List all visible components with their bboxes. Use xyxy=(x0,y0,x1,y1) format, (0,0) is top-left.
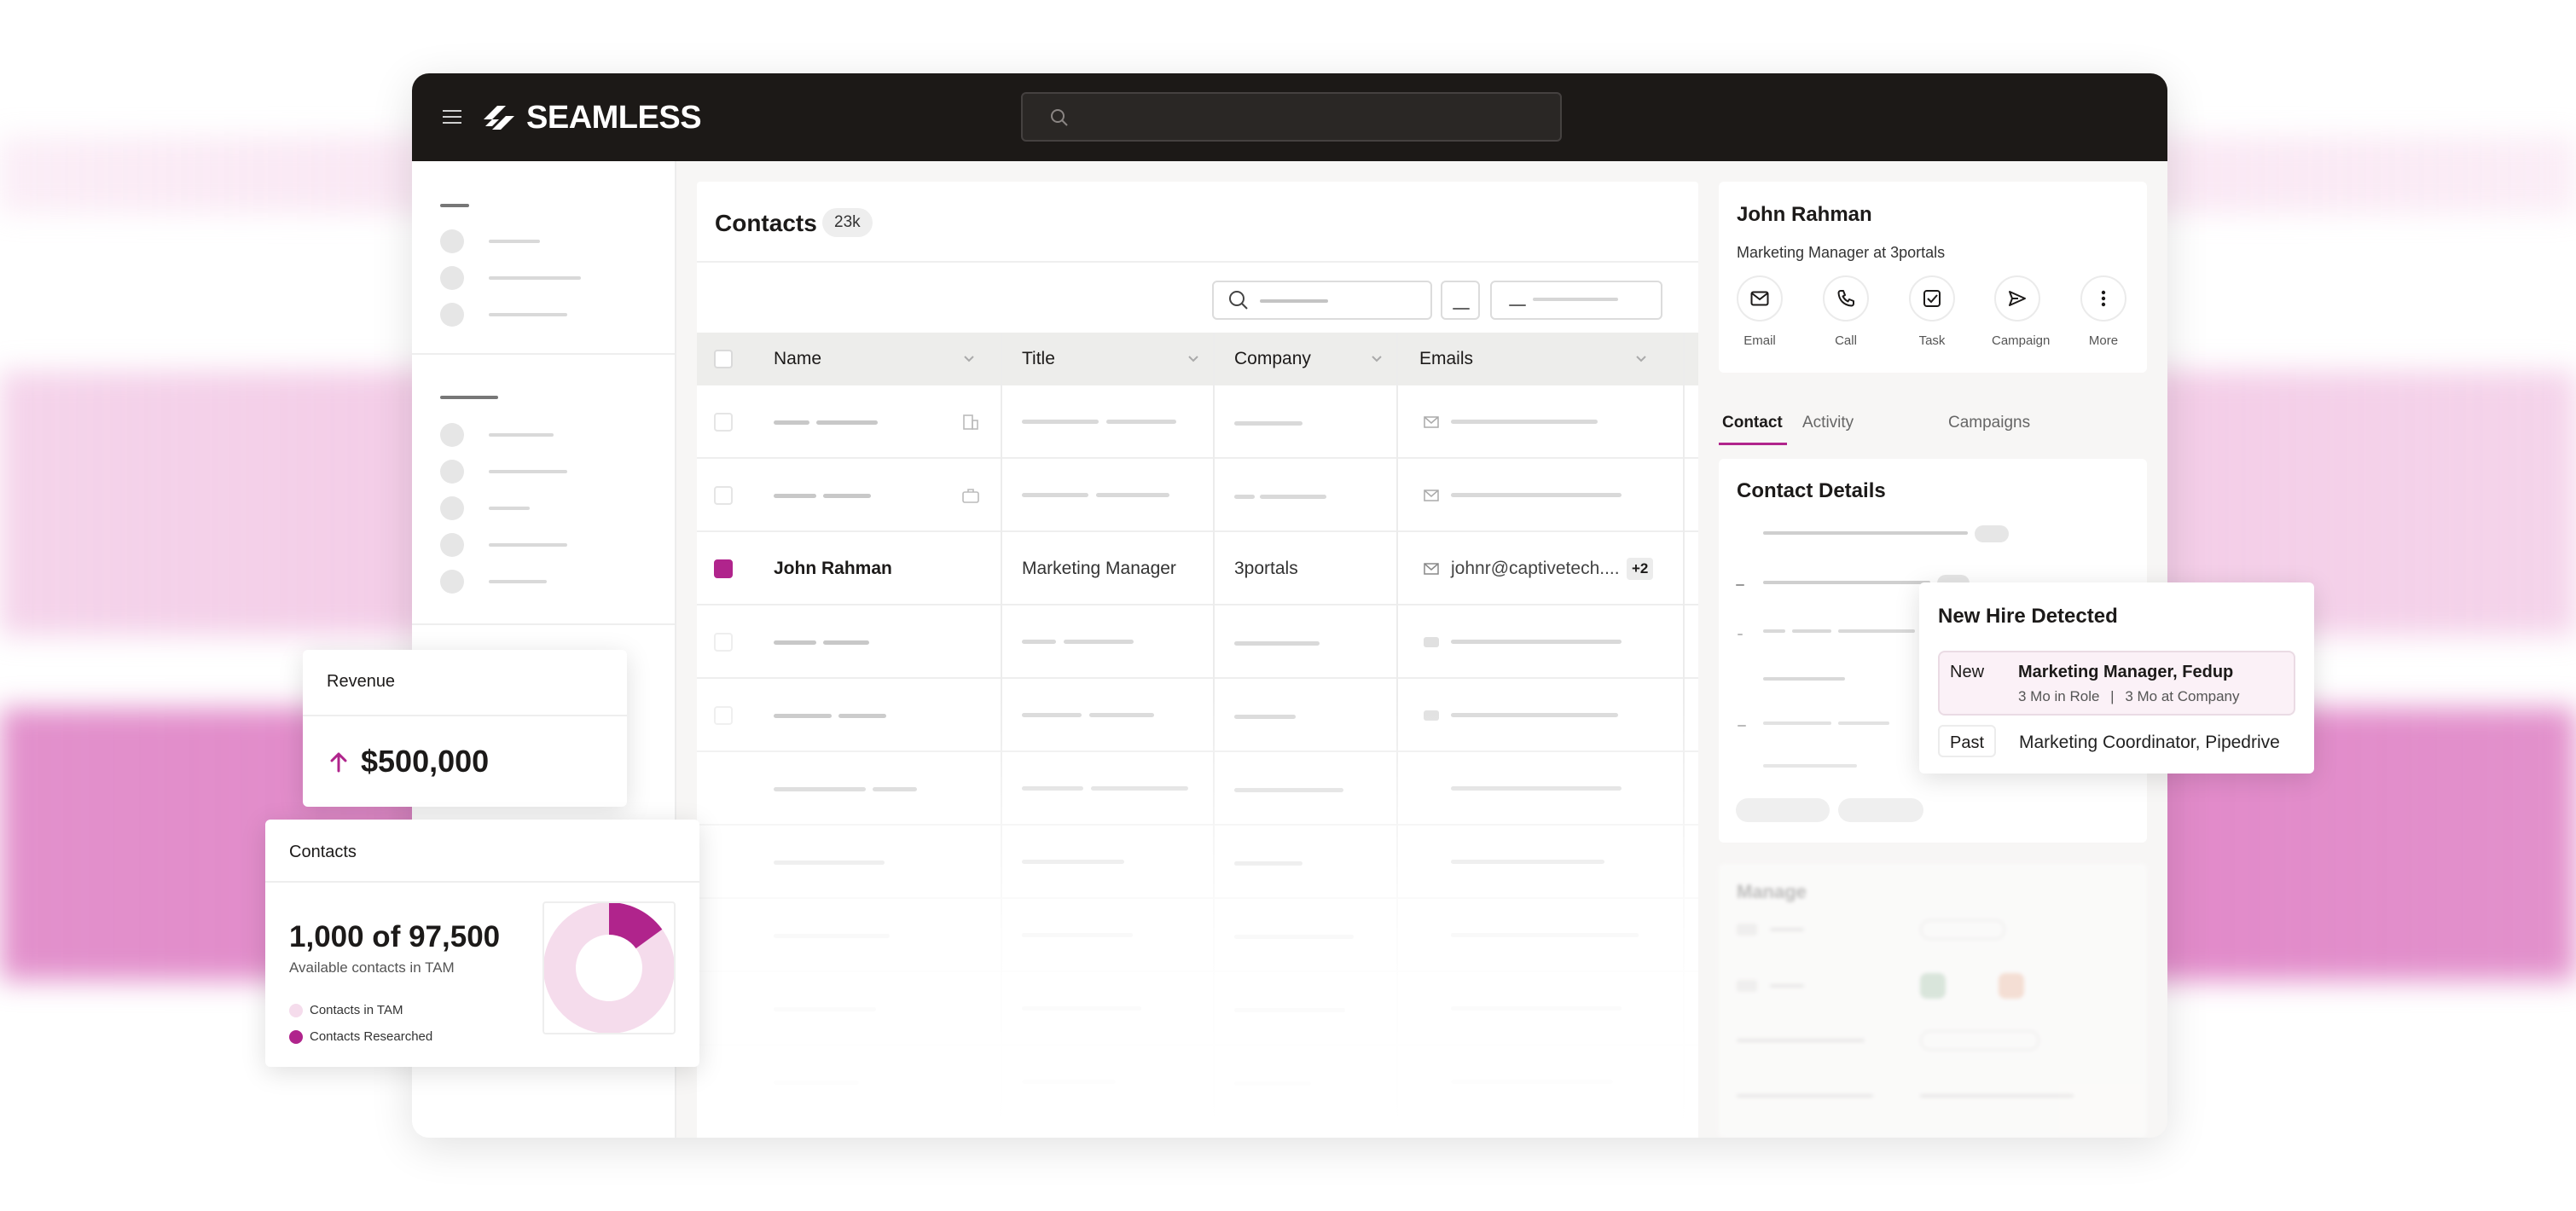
tab-contact[interactable]: Contact xyxy=(1722,414,1783,432)
count-badge: 23k xyxy=(822,208,873,237)
mail-icon xyxy=(1750,291,1769,306)
mail-icon xyxy=(1424,563,1439,575)
filter-button[interactable] xyxy=(1441,281,1480,320)
arrow-up-icon xyxy=(330,752,347,773)
manage-title: Manage xyxy=(1737,881,1807,902)
seamless-logo-icon xyxy=(484,106,514,130)
top-bar: SEAMLESS xyxy=(412,73,2167,161)
past-role: Marketing Coordinator, Pipedrive xyxy=(2019,733,2280,752)
search-icon xyxy=(1229,291,1248,310)
revenue-card: Revenue $500,000 xyxy=(303,650,627,807)
sidebar-item[interactable] xyxy=(440,570,464,594)
brand-logo[interactable]: SEAMLESS xyxy=(480,97,702,138)
table-row[interactable] xyxy=(697,606,1698,679)
new-label: New xyxy=(1950,663,1985,681)
contact-company[interactable]: 3portals xyxy=(1234,532,1298,606)
send-icon xyxy=(2009,291,2026,306)
revenue-title: Revenue xyxy=(327,672,396,691)
profile-card: John Rahman Marketing Manager at 3portal… xyxy=(1719,182,2147,373)
profile-name: John Rahman xyxy=(1737,203,1872,226)
sidebar-item[interactable] xyxy=(440,303,464,327)
revenue-value: $500,000 xyxy=(361,744,490,779)
new-role-meta: 3 Mo in Role | 3 Mo at Company xyxy=(2018,688,2240,704)
more-vertical-icon xyxy=(2101,290,2106,307)
more-action-button[interactable]: More xyxy=(2078,275,2129,348)
building-icon xyxy=(963,414,978,430)
donut-segment-researched xyxy=(608,902,663,949)
contact-title: Marketing Manager xyxy=(1022,559,1176,578)
past-label: Past xyxy=(1938,725,1997,757)
profile-subtitle: Marketing Manager at 3portals xyxy=(1737,244,1946,261)
contact-name[interactable]: John Rahman xyxy=(774,532,892,606)
contacts-value: 1,000 of 97,500 xyxy=(289,920,501,953)
column-header-emails[interactable]: Emails xyxy=(1419,333,1473,385)
manage-card: Manage xyxy=(1719,864,2147,1138)
call-action-button[interactable]: Call xyxy=(1820,275,1871,348)
briefcase-icon xyxy=(962,489,979,503)
table-row[interactable] xyxy=(697,459,1698,532)
new-role-box[interactable]: New Marketing Manager, Fedup 3 Mo in Rol… xyxy=(1938,651,2295,716)
table-search-input[interactable] xyxy=(1212,281,1432,320)
mail-icon xyxy=(1424,416,1439,428)
chevron-down-icon[interactable] xyxy=(1187,355,1199,363)
chevron-down-icon[interactable] xyxy=(963,355,975,363)
chevron-down-icon[interactable] xyxy=(1371,355,1383,363)
active-tab-indicator xyxy=(1719,443,1787,445)
table-row[interactable] xyxy=(697,385,1698,459)
view-select[interactable] xyxy=(1490,281,1662,320)
contact-email[interactable]: johnr@captivetech.... xyxy=(1451,532,1620,606)
donut-chart-frame xyxy=(542,901,676,1034)
email-action-button[interactable]: Email xyxy=(1734,275,1785,348)
brand-name: SEAMLESS xyxy=(526,99,702,136)
new-hire-popover: New Hire Detected New Marketing Manager,… xyxy=(1919,582,2314,774)
phone-icon xyxy=(1837,290,1854,307)
tab-activity[interactable]: Activity xyxy=(1802,414,1854,432)
contacts-subtitle: Available contacts in TAM xyxy=(289,959,455,976)
contacts-card-title: Contacts xyxy=(289,843,357,861)
legend-swatch xyxy=(289,1004,303,1018)
checkbox-icon xyxy=(1923,290,1941,307)
column-header-name[interactable]: Name xyxy=(774,333,821,385)
search-icon xyxy=(1051,109,1068,126)
column-header-title[interactable]: Title xyxy=(1022,333,1055,385)
contacts-table-panel: Contacts 23k Name Title Company Emails J… xyxy=(697,182,1698,1138)
sidebar-item[interactable] xyxy=(440,229,464,253)
page-title: Contacts xyxy=(715,210,817,236)
sidebar-item[interactable] xyxy=(440,423,464,447)
contacts-tam-card: Contacts 1,000 of 97,500 Available conta… xyxy=(265,820,699,1067)
hamburger-menu-icon[interactable] xyxy=(443,106,461,128)
column-header-company[interactable]: Company xyxy=(1234,333,1311,385)
tab-campaigns[interactable]: Campaigns xyxy=(1948,414,2030,432)
campaign-action-button[interactable]: Campaign xyxy=(1992,275,2050,348)
table-row-selected[interactable]: John Rahman Marketing Manager 3portals j… xyxy=(697,532,1698,606)
table-header: Name Title Company Emails xyxy=(697,333,1698,385)
contacts-donut-chart xyxy=(543,902,675,1034)
chevron-down-icon[interactable] xyxy=(1635,355,1647,363)
task-action-button[interactable]: Task xyxy=(1906,275,1958,348)
contact-details-title: Contact Details xyxy=(1737,479,1886,502)
new-role: Marketing Manager, Fedup xyxy=(2018,663,2234,681)
legend-item-tam: Contacts in TAM xyxy=(289,1003,403,1018)
extra-emails-badge[interactable]: +2 xyxy=(1627,558,1654,580)
legend-item-researched: Contacts Researched xyxy=(289,1029,432,1045)
global-search-input[interactable] xyxy=(1021,92,1562,142)
sidebar-item[interactable] xyxy=(440,496,464,520)
mail-icon xyxy=(1424,490,1439,501)
sidebar-item[interactable] xyxy=(440,266,464,290)
new-hire-title: New Hire Detected xyxy=(1938,605,2118,628)
sidebar-item[interactable] xyxy=(440,460,464,484)
sidebar-item[interactable] xyxy=(440,533,464,557)
select-all-checkbox[interactable] xyxy=(714,350,733,368)
legend-swatch xyxy=(289,1030,303,1045)
row-checkbox-checked[interactable] xyxy=(714,559,733,578)
